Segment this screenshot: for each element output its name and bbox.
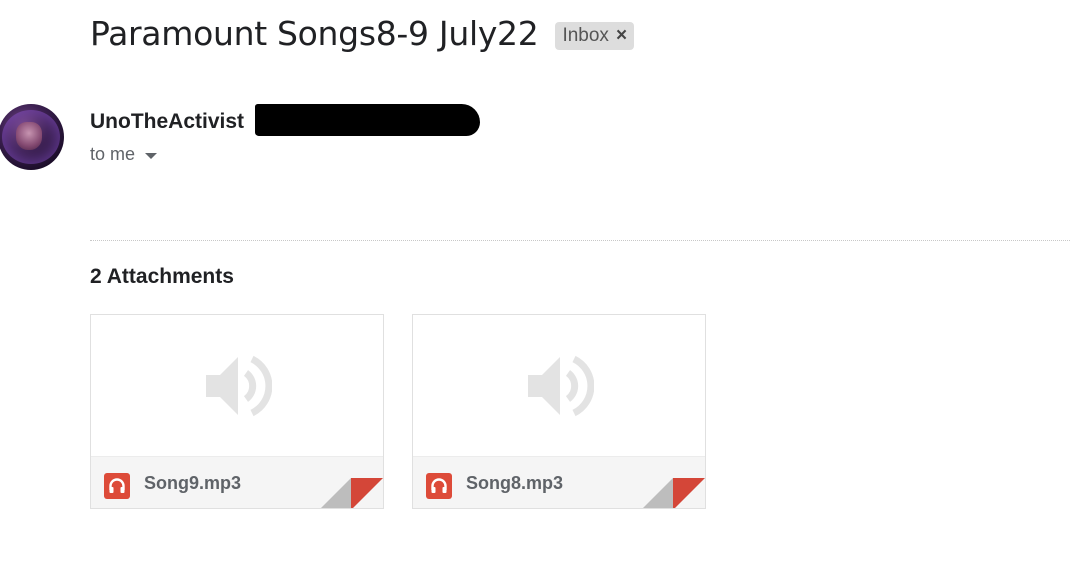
remove-label-icon[interactable]: × bbox=[616, 25, 627, 47]
redacted-email-address bbox=[255, 104, 480, 136]
email-view: Paramount Songs8-9 July22 Inbox × UnoThe… bbox=[0, 0, 1070, 586]
label-text: Inbox bbox=[562, 24, 609, 46]
avatar[interactable] bbox=[0, 104, 64, 170]
subject-row: Paramount Songs8-9 July22 Inbox × bbox=[90, 14, 635, 53]
inbox-label-chip[interactable]: Inbox × bbox=[555, 21, 635, 50]
attachment-preview bbox=[91, 315, 383, 456]
attachment-footer: Song9.mp3 bbox=[91, 456, 383, 508]
attachment-filename: Song9.mp3 bbox=[144, 473, 242, 493]
recipient-details-toggle[interactable]: to me bbox=[90, 144, 158, 165]
attachment-footer: Song8.mp3 bbox=[413, 456, 705, 508]
attachment-card[interactable]: Song8.mp3 bbox=[412, 314, 706, 509]
attachment-preview bbox=[413, 315, 705, 456]
attachment-filename: Song8.mp3 bbox=[466, 473, 564, 493]
page-fold-icon bbox=[321, 478, 383, 508]
audio-file-icon bbox=[104, 473, 130, 499]
divider bbox=[90, 240, 1070, 241]
sender-name[interactable]: UnoTheActivist bbox=[90, 110, 244, 134]
recipient-text: to me bbox=[90, 144, 136, 164]
audio-file-icon bbox=[426, 473, 452, 499]
attachment-card[interactable]: Song9.mp3 bbox=[90, 314, 384, 509]
email-subject: Paramount Songs8-9 July22 bbox=[90, 14, 539, 53]
attachments-heading: 2 Attachments bbox=[90, 265, 234, 288]
chevron-down-icon[interactable] bbox=[145, 152, 158, 159]
speaker-icon bbox=[206, 355, 272, 416]
speaker-icon bbox=[528, 355, 594, 416]
page-fold-icon bbox=[643, 478, 705, 508]
